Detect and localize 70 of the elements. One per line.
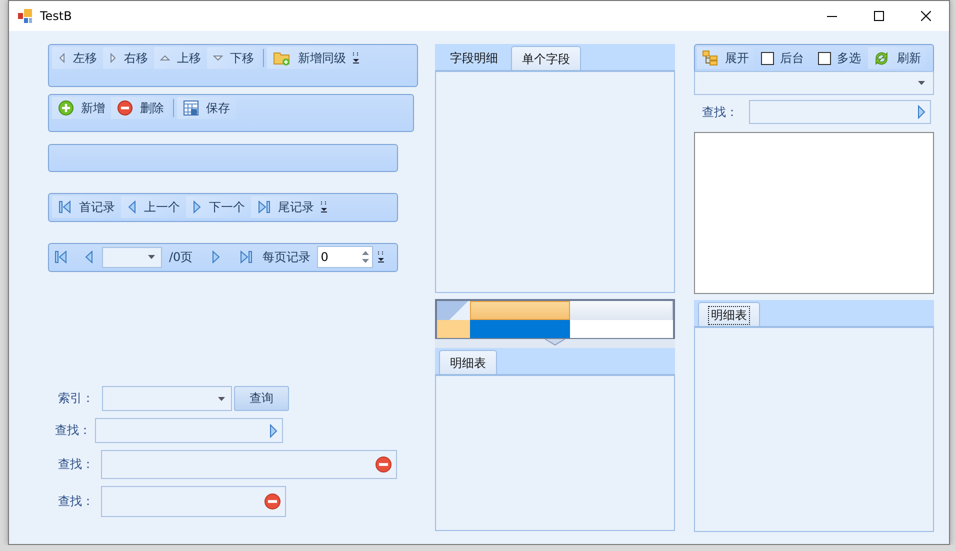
overflow-icon[interactable] (352, 52, 360, 64)
save-icon (183, 100, 199, 116)
page-dropdown[interactable] (102, 246, 162, 268)
last-record-icon (257, 200, 271, 214)
caret-left-icon (58, 53, 66, 63)
play-icon[interactable] (269, 424, 278, 438)
overflow-icon[interactable] (320, 201, 328, 213)
search-field[interactable] (101, 450, 397, 479)
tab[interactable]: 单个字段 (511, 46, 581, 71)
toolbar-button[interactable]: 新增 (52, 97, 111, 119)
dropdown-icon (218, 396, 225, 400)
tree-icon (702, 50, 718, 66)
search-field[interactable] (749, 100, 931, 124)
toolbar-button[interactable]: 首记录 (52, 196, 121, 218)
overflow-icon[interactable] (376, 251, 385, 263)
search-field[interactable] (95, 418, 283, 443)
window-title: TestB (40, 9, 72, 23)
toolbar-button[interactable]: 保存 (177, 97, 236, 119)
toolbar-button[interactable]: 右移 (103, 47, 154, 69)
field-label: 查找： (701, 104, 739, 120)
toolbar-button[interactable]: 下一个 (186, 196, 251, 218)
tab[interactable]: 明细表 (439, 350, 497, 375)
toolbar-button[interactable]: 刷新 (868, 47, 926, 69)
toolbar-button[interactable]: 下移 (207, 47, 260, 69)
add-icon (58, 100, 74, 116)
folder-add-icon (273, 50, 291, 66)
grid-corner-cell (437, 301, 470, 320)
toolbar-button[interactable]: 删除 (111, 97, 170, 119)
chevron-down-icon[interactable] (544, 339, 566, 346)
tab[interactable]: 字段明细 (439, 46, 509, 70)
field-label: 索引： (57, 390, 95, 407)
index-dropdown[interactable] (102, 386, 232, 411)
caret-right-icon (109, 53, 117, 63)
previous-icon[interactable] (84, 250, 94, 264)
page-total: /0页 (169, 248, 193, 266)
page-size-spinner[interactable]: 0 (316, 246, 373, 268)
refresh-icon (873, 50, 890, 66)
dropdown-icon (148, 255, 155, 259)
field-label: 查找： (54, 422, 92, 439)
tree-dropdown[interactable] (694, 71, 934, 95)
clear-icon[interactable] (375, 456, 392, 473)
toolbar-button[interactable]: 新增同级 (267, 47, 352, 69)
row-header (437, 320, 470, 338)
table-cell[interactable] (470, 320, 570, 338)
first-record-icon[interactable] (54, 250, 68, 264)
toolbar-button[interactable]: 上移 (154, 47, 207, 69)
toolbar-button[interactable]: 上一个 (121, 196, 186, 218)
previous-icon (127, 200, 137, 214)
checkbox[interactable]: 后台 (761, 50, 804, 66)
clear-icon[interactable] (264, 493, 281, 510)
field-label: 查找： (57, 493, 95, 510)
query-button[interactable]: 查询 (234, 386, 289, 411)
caret-up-icon (160, 54, 170, 62)
last-record-icon[interactable] (238, 250, 253, 264)
toolbar-button[interactable]: 展开 (697, 47, 754, 69)
field-label: 查找： (57, 456, 95, 473)
next-icon[interactable] (210, 250, 221, 264)
next-icon (192, 200, 202, 214)
caret-down-icon (213, 54, 223, 62)
app-icon (17, 8, 33, 24)
dropdown-icon (918, 81, 925, 85)
toolbar-button[interactable]: 左移 (52, 47, 103, 69)
search-field[interactable] (101, 486, 286, 517)
delete-icon (117, 100, 133, 116)
checkbox[interactable]: 多选 (818, 50, 861, 66)
first-record-icon (58, 200, 72, 214)
page-size-label: 每页记录 (262, 248, 311, 266)
tab[interactable]: 明细表 (698, 302, 760, 327)
toolbar-button[interactable]: 尾记录 (251, 196, 320, 218)
play-icon[interactable] (917, 105, 926, 119)
